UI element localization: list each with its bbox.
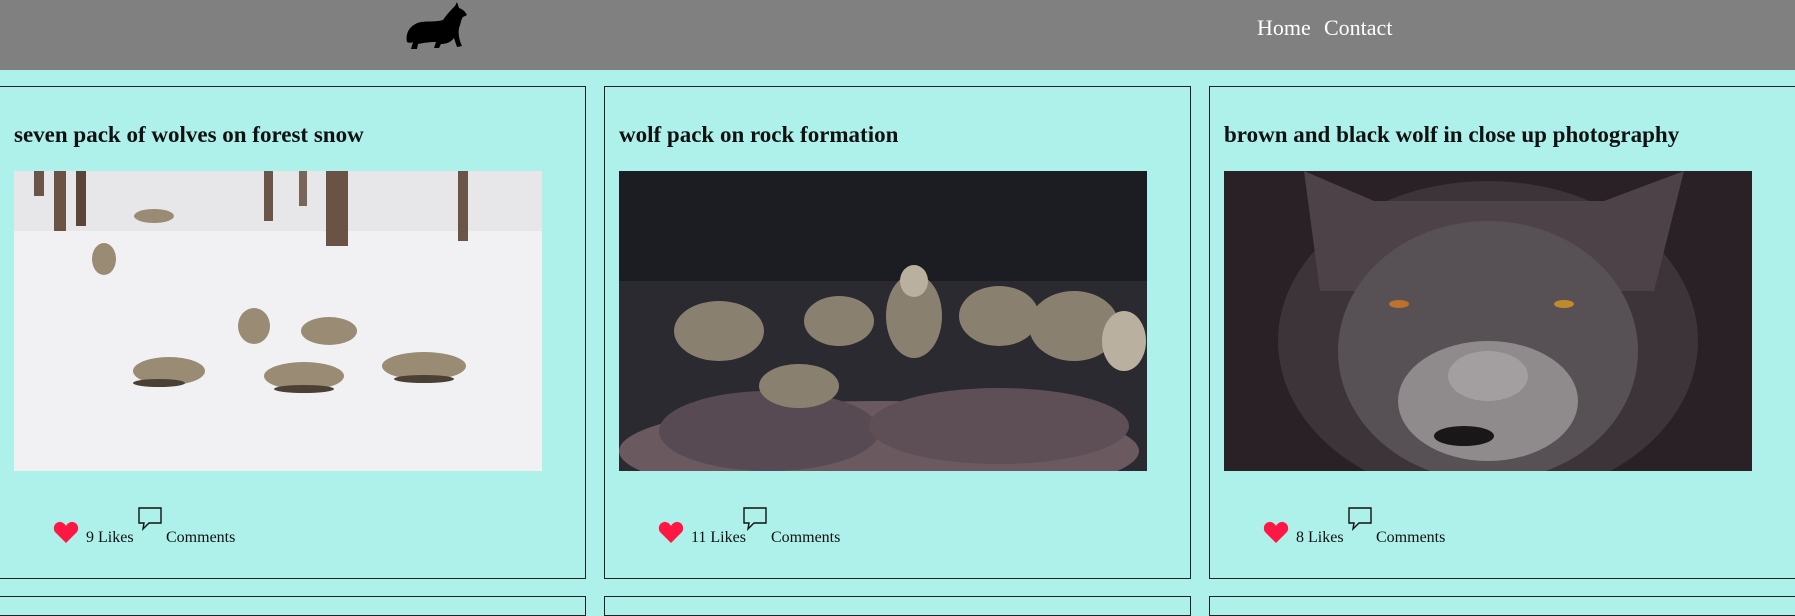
post-title: wolf pack on rock formation (619, 122, 899, 147)
post-image-wolf-closeup (1224, 171, 1752, 471)
heart-icon[interactable] (1263, 520, 1289, 544)
comments-link[interactable]: Comments (166, 529, 235, 547)
comments-link[interactable]: Comments (771, 529, 840, 547)
post-card: seven pack of wolves on forest snow 9 Li… (0, 86, 586, 579)
comments-link[interactable]: Comments (1376, 529, 1445, 547)
wolf-logo-icon[interactable] (401, 2, 469, 51)
post-title: seven pack of wolves on forest snow (14, 122, 364, 147)
nav-contact-link[interactable]: Contact (1324, 14, 1392, 42)
post-title: brown and black wolf in close up photogr… (1224, 122, 1680, 147)
comment-bubble-icon[interactable] (742, 506, 768, 532)
likes-count: 11 Likes (691, 529, 746, 546)
nav-home-link[interactable]: Home (1257, 14, 1311, 42)
post-image-wolves-snow (14, 171, 542, 471)
top-navbar: Home Contact (0, 0, 1795, 70)
post-card: brown and black wolf in close up photogr… (1209, 86, 1795, 579)
post-image-wolves-rocks (619, 171, 1147, 471)
post-card: wolf pack on rock formation 11 Likes Com… (604, 86, 1191, 579)
comment-bubble-icon[interactable] (137, 506, 163, 532)
heart-icon[interactable] (658, 520, 684, 544)
post-card-partial (1209, 596, 1795, 616)
comment-bubble-icon[interactable] (1347, 506, 1373, 532)
likes-count: 8 Likes (1296, 529, 1344, 546)
post-card-partial (604, 596, 1191, 616)
heart-icon[interactable] (53, 520, 79, 544)
post-card-partial (0, 596, 586, 616)
likes-count: 9 Likes (86, 529, 134, 546)
